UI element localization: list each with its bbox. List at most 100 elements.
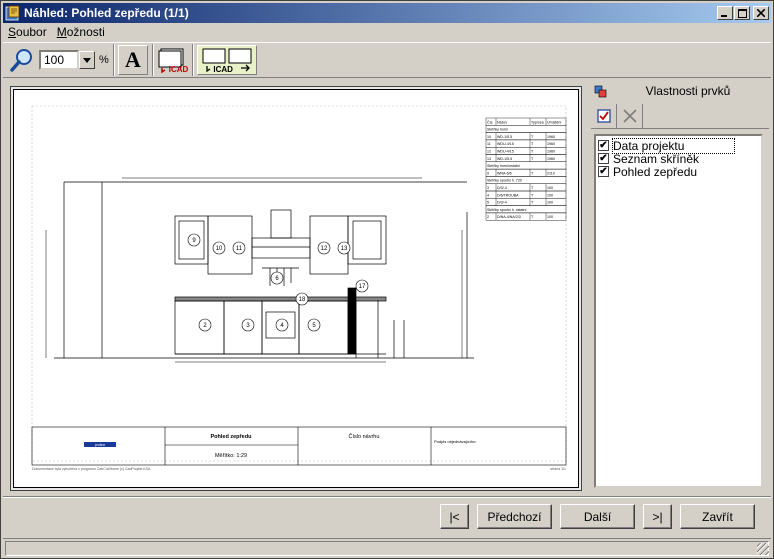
tree-label: Seznam skříněk (613, 151, 700, 166)
menu-soubor-accel: S (8, 25, 17, 39)
table-cell: D/3/-4 (497, 186, 507, 190)
uncheck-all-button[interactable] (617, 103, 643, 128)
table-cell: 10 (487, 135, 491, 139)
zoom-group: 100 % (3, 44, 114, 76)
table-cell: WNA-6/6 (497, 171, 512, 175)
tree-item-pohled-zepredu[interactable]: ✔ Pohled zepředu (598, 164, 759, 179)
table-cell: 1960 (547, 142, 555, 146)
cabinet-number: 12 (321, 246, 328, 252)
check-all-button[interactable] (591, 103, 617, 128)
zoom-button[interactable] (7, 45, 37, 75)
properties-tree[interactable]: ✔ Data projektu ✔ Seznam skříněk ✔ Pohle… (594, 134, 763, 488)
checkbox-seznam-skrinek[interactable]: ✔ (598, 153, 609, 164)
cabinet-number: 13 (341, 246, 348, 252)
window-title: Náhled: Pohled zepředu (1/1) (24, 6, 189, 20)
minimize-icon (721, 15, 727, 17)
footer-right: strana 1/1 (550, 467, 566, 471)
resize-grip[interactable] (757, 543, 769, 555)
table-cell: T (531, 215, 534, 219)
table-cell: Umístění (547, 120, 561, 124)
checkbox-pohled-zepredu[interactable]: ✔ (598, 166, 609, 177)
table-cell: D/6/TROUBA (497, 193, 519, 197)
preview-window: Náhled: Pohled zepředu (1/1) Soubor Možn… (0, 0, 774, 559)
minimize-button[interactable] (717, 6, 733, 20)
table-cell: 5 (487, 201, 489, 205)
table-cell: T (531, 171, 534, 175)
drawing-scale: Měřítko: 1:29 (215, 453, 247, 459)
zoom-dropdown-button[interactable] (79, 51, 95, 69)
table-cell: Čís. (487, 119, 493, 124)
bottom-separator (3, 496, 771, 498)
title-bar[interactable]: Náhled: Pohled zepředu (1/1) (3, 3, 771, 23)
menu-moznosti[interactable]: Možnosti (52, 25, 110, 39)
properties-title: Vlastnosti prvků (645, 84, 731, 98)
cabinet-number: 17 (359, 284, 366, 290)
table-cell: Název (497, 120, 507, 124)
checkbox-data-projektu[interactable]: ✔ (598, 140, 609, 151)
drawing-canvas: Čís. Název Typ/osa Umístění Skříňky horní 10 W… (31, 105, 567, 471)
cabinet-labels: 910 11 12 132 3 4 517186 (187, 233, 369, 332)
table-cell: 100 (547, 201, 553, 205)
maximize-icon (737, 8, 747, 18)
parts-table: Čís. Název Typ/osa Umístění Skříňky horní 10 W… (485, 117, 567, 221)
preview-area[interactable]: Čís. Název Typ/osa Umístění Skříňky horní 10 W… (10, 86, 582, 491)
table-cell: 11 (487, 142, 491, 146)
zoom-unit: % (99, 54, 109, 66)
maximize-button[interactable] (734, 6, 750, 20)
table-cell: T (531, 201, 534, 205)
logo: proline (95, 443, 106, 447)
icad-group: ICAD (153, 44, 194, 76)
properties-icon (594, 85, 607, 98)
paper-page: Čís. Název Typ/osa Umístění Skříňky horní 10 W… (13, 89, 579, 488)
table-cell: 2110 (547, 171, 555, 175)
table-cell: 1960 (547, 150, 555, 154)
menu-soubor[interactable]: Soubor (3, 25, 52, 39)
close-button[interactable]: Zavřít (680, 504, 755, 529)
table-cell: 12 (487, 150, 491, 154)
last-page-button[interactable]: >| (643, 504, 672, 529)
signature-label: Podpis objednávajícího: (434, 439, 476, 444)
font-button[interactable]: A (117, 45, 148, 75)
table-cell: T (531, 157, 534, 161)
design-number: Číslo návrhu (349, 433, 380, 440)
tree-label: Pohled zepředu (613, 164, 698, 179)
table-cell: Skříňky spodní h. 720 (487, 179, 522, 183)
cross-icon (622, 108, 637, 123)
table-cell: Skříňky horní (487, 128, 508, 132)
magnifier-icon (10, 49, 32, 72)
table-cell: 4 (487, 193, 489, 197)
status-pane (5, 541, 769, 556)
properties-toolbar (591, 103, 769, 129)
table-cell: Skříňky spodní h. ostatní (487, 208, 527, 212)
first-page-button[interactable]: |< (440, 504, 469, 529)
table-cell: T (531, 186, 534, 190)
zoom-input[interactable]: 100 (39, 50, 79, 70)
drawing-title: Pohled zepředu (211, 434, 252, 440)
tree-label: Data projektu (611, 137, 736, 154)
table-cell: 3 (487, 186, 489, 190)
table-cell: 1960 (547, 135, 555, 139)
zoom-combo[interactable]: 100 (39, 50, 95, 70)
previous-button[interactable]: Předchozí (477, 504, 552, 529)
table-cell: 100 (547, 215, 553, 219)
close-window-button[interactable] (753, 6, 769, 20)
table-cell: D/NA-4/NA/2/3 (497, 215, 521, 219)
next-button[interactable]: Další (560, 504, 635, 529)
icad-label: ICAD (168, 64, 189, 74)
tree-item-data-projektu[interactable]: ✔ Data projektu (598, 137, 759, 154)
menu-soubor-rest: oubor (16, 25, 47, 39)
table-cell: 13 (487, 157, 491, 161)
menu-moznosti-accel: M (56, 25, 67, 39)
table-cell: 1960 (547, 157, 555, 161)
table-cell: WD-1/5.5 (497, 157, 512, 161)
table-cell: T (531, 142, 534, 146)
cabinet-number: 11 (236, 246, 243, 252)
table-cell: 100 (547, 186, 553, 190)
cabinet-number: 18 (299, 297, 306, 303)
toolbar: 100 % A ICAD ICAD (3, 42, 771, 78)
menu-moznosti-rest: ožnosti (66, 25, 105, 39)
tree-item-seznam-skrinek[interactable]: ✔ Seznam skříněk (598, 151, 759, 166)
properties-header: Vlastnosti prvků (591, 81, 769, 101)
kitchen-elevation (45, 177, 474, 363)
footer-left: Dokumentace byla vytvořena v programu Ca… (32, 467, 151, 471)
